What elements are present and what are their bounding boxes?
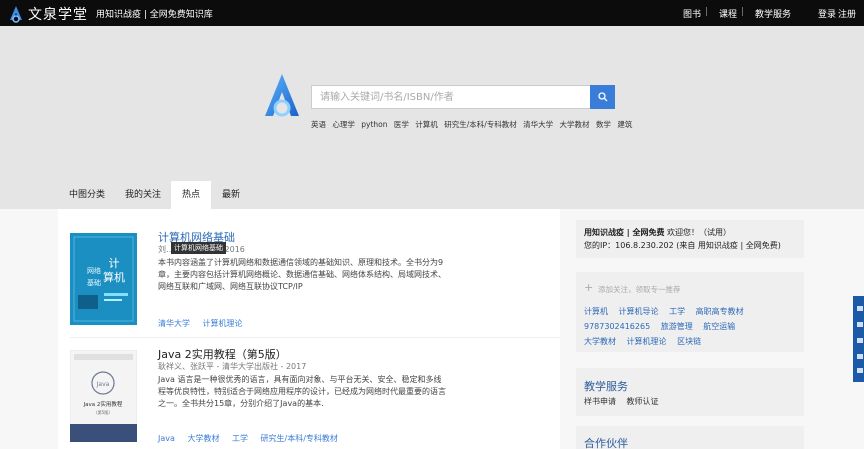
welcome-line: 用知识战疫 | 全网免费 欢迎您！（试用） [584, 227, 731, 238]
site-logo[interactable]: 文泉学堂 [8, 4, 88, 24]
book-list: 计 算机 网络 基础 计算机网络基础 刘… 大学出版社 - 2016 计算机网络… [58, 209, 560, 449]
book-tag[interactable]: 工学 [232, 434, 248, 443]
tab-glyph [857, 368, 863, 373]
plus-icon[interactable]: + [584, 281, 593, 294]
search-hero: 英语 心理学 python 医学 计算机 研究生/本科/专科教材 清华大学 大学… [0, 26, 864, 181]
tab-glyph [857, 322, 863, 327]
svg-text:Java: Java [96, 381, 110, 388]
follow-link[interactable]: 工学 [669, 307, 685, 316]
follow-link[interactable]: 区块链 [677, 337, 701, 346]
header-tagline[interactable]: 用知识战疫 | 全网免费知识库 [96, 7, 213, 20]
follow-link[interactable]: 旅游管理 [661, 322, 693, 331]
book-tag[interactable]: 清华大学 [158, 319, 190, 328]
sample-request-link[interactable]: 样书申请 [584, 397, 616, 406]
partners-heading: 合作伙伴 [584, 437, 628, 449]
book-title-link[interactable]: Java 2实用教程（第5版） [158, 346, 287, 362]
book-tag[interactable]: Java [158, 434, 175, 443]
book-description: 本书内容涵盖了计算机网络和数据通信领域的基础知识、原理和技术。全书分为9章，主要… [158, 258, 446, 291]
tab-glyph [857, 306, 863, 311]
book-cover[interactable]: 计 算机 网络 基础 [70, 233, 137, 325]
teaching-service-card: 教学服务 样书申请 教师认证 [576, 368, 804, 416]
book-tags: Java 大学教材 工学 研究生/本科/专科教材 [158, 433, 348, 444]
search-input[interactable] [312, 86, 590, 108]
tab-latest[interactable]: 最新 [212, 181, 250, 209]
hot-keyword[interactable]: 计算机 [415, 120, 438, 129]
follow-links-row: 9787302416265 旅游管理 航空运输 [584, 321, 743, 332]
nav-courses[interactable]: 课程 [719, 7, 737, 20]
category-tabs: 中图分类 我的关注 热点 最新 [0, 181, 864, 209]
floating-side-tab[interactable] [853, 296, 864, 382]
login-link[interactable]: 登录 [818, 7, 836, 20]
book-description: Java 语言是一种很优秀的语言，具有面向对象、与平台无关、安全、稳定和多线程等… [158, 375, 446, 408]
hot-keyword[interactable]: 数学 [596, 120, 611, 129]
search-box[interactable] [311, 85, 591, 109]
title-tooltip: 计算机网络基础 [171, 242, 226, 254]
book-meta: 耿祥义、张跃平 - 清华大学出版社 - 2017 [158, 362, 307, 371]
tab-glyph [857, 338, 863, 343]
book-tag[interactable]: 大学教材 [187, 434, 219, 443]
search-icon [597, 92, 607, 102]
divider [70, 337, 560, 338]
svg-text:(第5版): (第5版) [96, 409, 110, 415]
partners-card: 合作伙伴 [576, 426, 804, 449]
follow-hint[interactable]: 添加关注，领取专一推荐 [598, 284, 681, 295]
welcome-card: 用知识战疫 | 全网免费 欢迎您！（试用） 您的IP：106.8.230.202… [576, 220, 804, 258]
nav-books[interactable]: 图书 [683, 7, 701, 20]
hot-keyword[interactable]: 建筑 [617, 120, 632, 129]
svg-text:Java 2实用教程: Java 2实用教程 [83, 400, 123, 408]
tab-classification[interactable]: 中图分类 [60, 181, 114, 209]
follow-link[interactable]: 9787302416265 [584, 322, 650, 331]
follow-link[interactable]: 计算机 [584, 307, 608, 316]
hot-keyword[interactable]: 大学教材 [560, 120, 590, 129]
welcome-org: 用知识战疫 | 全网免费 [584, 228, 665, 237]
search-button[interactable] [590, 85, 615, 109]
svg-text:网络: 网络 [87, 266, 101, 275]
hot-keyword[interactable]: python [361, 120, 387, 129]
ip-info: 您的IP：106.8.230.202 (来自 用知识战疫 | 全网免费) [584, 241, 781, 250]
svg-text:基础: 基础 [87, 278, 101, 287]
nav-teaching-service[interactable]: 教学服务 [755, 7, 791, 20]
svg-text:计: 计 [109, 257, 120, 270]
hot-keyword[interactable]: 清华大学 [523, 120, 553, 129]
follow-card: + 添加关注，领取专一推荐 计算机 计算机导论 工学 高职高专教材 978730… [576, 272, 804, 352]
tab-glyph [857, 354, 863, 359]
logo-icon [10, 6, 22, 23]
logo-text: 文泉学堂 [28, 7, 88, 23]
follow-link[interactable]: 计算机导论 [619, 307, 659, 316]
teaching-heading: 教学服务 [584, 380, 628, 393]
welcome-text: 欢迎您！（试用） [664, 228, 732, 237]
hot-keyword[interactable]: 心理学 [332, 120, 355, 129]
hot-keyword[interactable]: 医学 [394, 120, 409, 129]
tab-hot[interactable]: 热点 [171, 181, 211, 209]
nav-separator: | [741, 7, 745, 17]
svg-text:算机: 算机 [103, 270, 125, 284]
follow-links-row: 计算机 计算机导论 工学 高职高专教材 [584, 306, 752, 317]
book-cover[interactable]: Java Java 2实用教程 (第5版) [70, 350, 137, 442]
register-link[interactable]: 注册 [838, 7, 856, 20]
follow-links-row: 大学教材 计算机理论 区块链 [584, 336, 709, 347]
book-tag[interactable]: 研究生/本科/专科教材 [261, 434, 338, 443]
nav-separator: | [705, 7, 709, 17]
follow-link[interactable]: 大学教材 [584, 337, 616, 346]
teaching-links: 样书申请 教师认证 [584, 396, 667, 407]
brand-logo-icon [265, 74, 299, 118]
follow-link[interactable]: 计算机理论 [627, 337, 667, 346]
book-tags: 清华大学 计算机理论 [158, 318, 253, 329]
book-tag[interactable]: 计算机理论 [203, 319, 243, 328]
tab-following[interactable]: 我的关注 [116, 181, 170, 209]
hot-keyword[interactable]: 英语 [311, 120, 326, 129]
teacher-cert-link[interactable]: 教师认证 [627, 397, 659, 406]
hot-keywords: 英语 心理学 python 医学 计算机 研究生/本科/专科教材 清华大学 大学… [311, 119, 636, 130]
top-bar: 文泉学堂 用知识战疫 | 全网免费知识库 图书 | 课程 | 教学服务 登录 注… [0, 0, 864, 26]
hot-keyword[interactable]: 研究生/本科/专科教材 [444, 120, 517, 129]
follow-link[interactable]: 航空运输 [703, 322, 735, 331]
follow-link[interactable]: 高职高专教材 [696, 307, 744, 316]
